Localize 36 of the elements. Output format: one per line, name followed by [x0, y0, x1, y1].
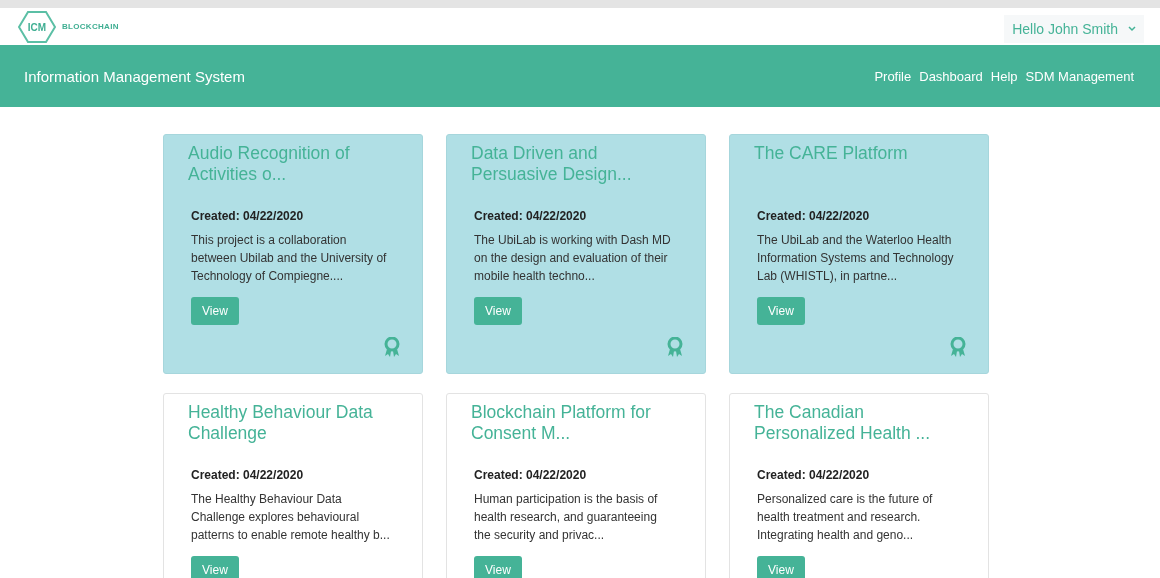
view-button[interactable]: View [757, 556, 805, 578]
view-button[interactable]: View [474, 297, 522, 325]
award-icon [950, 337, 966, 359]
project-description: The Healthy Behaviour Data Challenge explores behavioural patterns to enable remote healthy b... [191, 491, 391, 544]
nav-link[interactable]: SDM Management [1025, 68, 1134, 84]
project-title: Blockchain Platform for Consent M... [471, 402, 652, 445]
award-icon [667, 337, 683, 359]
created-date: Created: 04/22/2020 [757, 209, 871, 223]
project-title: The Canadian Personalized Health ... [754, 402, 932, 445]
view-button[interactable]: View [191, 556, 239, 578]
project-description: Personalized care is the future of health treatment and research. Integrating health and geno... [757, 491, 934, 544]
app-title: Information Management System [24, 67, 245, 85]
user-menu[interactable]: Hello John Smith [1004, 14, 1144, 43]
project-title: Data Driven and Persuasive Design... [471, 143, 633, 186]
created-date: Created: 04/22/2020 [474, 209, 588, 223]
project-description: Human participation is the basis of health research, and guaranteeing the security and privac... [474, 491, 659, 544]
logo-icon: ICM [18, 9, 56, 44]
project-title: Healthy Behaviour Data Challenge [188, 402, 374, 445]
created-date: Created: 04/22/2020 [191, 209, 305, 223]
chevron-icon [1128, 25, 1136, 32]
nav-link[interactable]: Help [990, 68, 1018, 84]
project-title: The CARE Platform [754, 143, 909, 165]
created-date: Created: 04/22/2020 [757, 468, 871, 482]
project-title: Audio Recognition of Activities o... [188, 143, 351, 186]
view-button[interactable]: View [191, 297, 239, 325]
nav-link[interactable]: Profile [874, 68, 912, 84]
created-date: Created: 04/22/2020 [474, 468, 588, 482]
view-button[interactable]: View [757, 297, 805, 325]
created-date: Created: 04/22/2020 [191, 468, 305, 482]
nav-link[interactable]: Dashboard [919, 68, 983, 84]
logo-text: BLOCKCHAIN [62, 22, 119, 31]
project-description: This project is a collaboration between Ubilab and the University of Technology of Compiegne.... [191, 232, 388, 285]
award-icon [384, 337, 400, 359]
project-description: The UbiLab is working with Dash MD on the design and evaluation of their mobile health techno... [474, 232, 672, 285]
view-button[interactable]: View [474, 556, 522, 578]
project-description: The UbiLab and the Waterloo Health Information Systems and Technology Lab (WHISTL), in partne... [757, 232, 955, 285]
